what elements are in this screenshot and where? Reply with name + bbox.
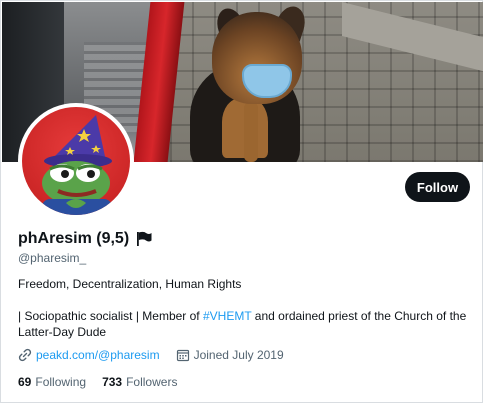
display-name: phAresim (9,5) — [18, 230, 130, 247]
following-label: Following — [35, 375, 87, 389]
user-handle: @pharesim_ — [18, 251, 87, 265]
website-item: peakd.com/@pharesim — [18, 348, 160, 362]
joined-item: Joined July 2019 — [176, 348, 284, 362]
followers-label: Followers — [126, 375, 178, 389]
avatar-image — [22, 107, 130, 215]
follow-button[interactable]: Follow — [405, 172, 470, 202]
calendar-icon — [176, 348, 190, 362]
profile-card: Follow phAresim (9,5) @pharesim_ Freedom… — [0, 0, 483, 403]
profile-meta: peakd.com/@pharesim Joined July 2019 — [18, 348, 300, 362]
followers-count: 733 — [102, 375, 123, 389]
pepe-wizard-avatar-icon — [42, 115, 112, 215]
flag-icon — [135, 231, 153, 247]
bio-text: | Sociopathic socialist | Member of — [18, 309, 203, 323]
joined-date: Joined July 2019 — [193, 348, 284, 362]
follow-stats: 69 Following 733 Followers — [18, 375, 177, 389]
bio-line: Freedom, Decentralization, Human Rights — [18, 277, 242, 291]
banner-dog-leg — [244, 102, 258, 162]
hashtag-link[interactable]: #VHEMT — [203, 309, 251, 323]
bio-paragraph: | Sociopathic socialist | Member of #VHE… — [18, 308, 474, 340]
following-count: 69 — [18, 375, 32, 389]
website-link[interactable]: peakd.com/@pharesim — [36, 348, 160, 362]
link-icon — [18, 348, 32, 362]
followers-link[interactable]: 733 Followers — [102, 375, 177, 389]
display-name-row: phAresim (9,5) — [18, 230, 153, 248]
avatar[interactable] — [18, 103, 134, 219]
following-link[interactable]: 69 Following — [18, 375, 86, 389]
